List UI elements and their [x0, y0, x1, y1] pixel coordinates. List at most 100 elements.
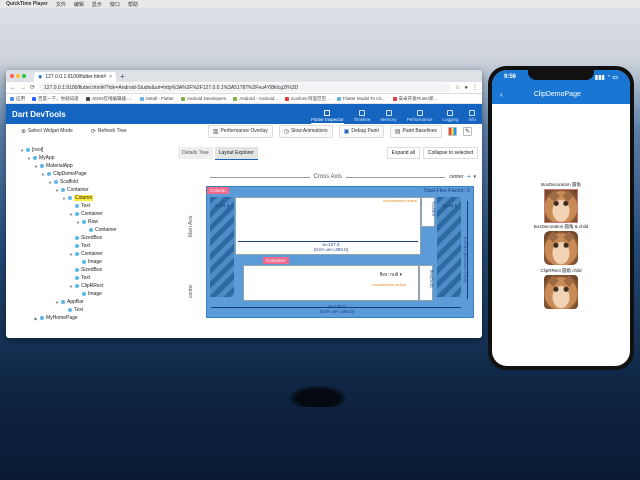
widget-icon	[33, 156, 37, 160]
bookmark-item[interactable]: 应用	[10, 96, 25, 102]
flex-null-select[interactable]: flex: null ▾	[380, 272, 402, 278]
bookmark-item[interactable]: 百度一下，你就知道	[32, 96, 79, 102]
refresh-tree-button[interactable]: ⟳ Refresh Tree	[86, 125, 132, 138]
expand-caret-icon[interactable]: ▼	[41, 172, 45, 177]
performance-overlay-button[interactable]: ▥ Performance Overlay	[207, 124, 273, 138]
tree-node[interactable]: ▼ ClipDemoPage	[20, 170, 170, 178]
tree-node[interactable]: ▼ ClipRRect	[20, 282, 170, 290]
chart-icon: ▥	[212, 128, 219, 135]
menu-item[interactable]: 显示	[92, 1, 102, 8]
tab-performance[interactable]: Performance	[407, 104, 432, 124]
tree-node[interactable]: ▼ Scaffold	[20, 178, 170, 186]
menu-item[interactable]: 文件	[56, 1, 66, 8]
tree-node[interactable]: ▶ MyHomePage	[20, 314, 170, 322]
expand-caret-icon[interactable]: ▼	[62, 196, 66, 201]
zoom-window-button[interactable]	[22, 74, 26, 78]
tree-node[interactable]: Text	[20, 274, 170, 282]
menu-item[interactable]: 编辑	[74, 1, 84, 8]
minimize-window-button[interactable]	[16, 74, 20, 78]
bookmark-item[interactable]: 安卓开发Flutter新...	[392, 96, 438, 102]
w-outer-label: w=176.0 (0.0<=w<=394.0)	[319, 304, 355, 314]
expand-caret-icon[interactable]: ▼	[20, 148, 24, 153]
tab-details-tree[interactable]: Details Tree	[178, 147, 213, 159]
clock-icon: ◷	[283, 128, 289, 135]
expand-caret-icon[interactable]: ▼	[34, 164, 38, 169]
close-window-button[interactable]	[10, 74, 14, 78]
container-tag: Container	[263, 257, 289, 264]
tree-node[interactable]: ▼ Container	[20, 210, 170, 218]
expand-caret-icon[interactable]: ▼	[69, 284, 73, 289]
close-tab-icon[interactable]: ×	[109, 74, 112, 80]
widget-icon	[68, 196, 72, 200]
tab-timeline[interactable]: Timeline	[354, 104, 370, 124]
profile-icon[interactable]: ●	[464, 85, 468, 91]
tree-node[interactable]: Image	[20, 290, 170, 298]
menu-item[interactable]: 窗口	[110, 1, 120, 8]
tree-node[interactable]: Image	[20, 258, 170, 266]
timeline-icon	[359, 110, 365, 116]
bookmark-item[interactable]: Flutter Model To Ck...	[336, 96, 386, 101]
expand-caret-icon[interactable]: ▼	[55, 300, 59, 305]
tree-node[interactable]: ▼ MaterialApp	[20, 162, 170, 170]
reload-icon[interactable]: ⟳	[30, 84, 35, 91]
forward-icon[interactable]: →	[20, 85, 26, 91]
color-bars-icon[interactable]	[448, 126, 457, 136]
back-arrow-icon[interactable]: ‹	[500, 90, 503, 99]
cross-axis-alignment-select[interactable]: center ⇥ ▾	[449, 174, 476, 180]
bookmark-item[interactable]: JSON在线编辑器 -...	[85, 96, 133, 102]
expand-caret-icon[interactable]: ▼	[69, 212, 73, 217]
paint-icon: ▣	[343, 128, 350, 135]
bookmark-item[interactable]: install - Flutter	[139, 96, 174, 101]
menu-item[interactable]: QuickTime Player	[6, 1, 48, 7]
bookmark-icon	[85, 96, 90, 101]
tree-node-label: Image	[88, 291, 102, 297]
expand-caret-icon[interactable]: ▼	[27, 156, 31, 161]
bookmark-icon	[392, 96, 397, 101]
bookmark-item[interactable]: Android Developers	[180, 96, 226, 101]
tab-layout-explorer[interactable]: Layout Explorer	[214, 146, 258, 160]
tab-flutter-inspector[interactable]: Flutter Inspector	[311, 104, 344, 124]
bookmark-item[interactable]: Android - Android...	[233, 96, 278, 101]
tree-node[interactable]: ▼ Row	[20, 218, 170, 226]
browser-tab[interactable]: ◉ 127.0.0.1:9100/flutter.html#/?ide= ×	[34, 72, 116, 82]
star-icon[interactable]: ☆	[455, 84, 460, 91]
menu-item[interactable]: 帮助	[128, 1, 138, 8]
tree-node[interactable]: SizedBox	[20, 234, 170, 242]
debug-paint-button[interactable]: ▣ Debug Paint	[338, 124, 384, 138]
back-icon[interactable]: ←	[10, 85, 16, 91]
tree-node[interactable]: SizedBox	[20, 266, 170, 274]
tree-node[interactable]: ▼ [root]	[20, 146, 170, 154]
expand-caret-icon[interactable]: ▶	[34, 316, 38, 321]
app-bar: ‹ ClipDemoPage	[492, 84, 630, 104]
tab-memory[interactable]: Memory	[380, 104, 397, 124]
tree-node[interactable]: Text	[20, 242, 170, 250]
tab-logging[interactable]: Logging	[442, 104, 458, 124]
collapse-to-selected-button[interactable]: Collapse to selected	[422, 147, 478, 159]
widget-icon	[40, 164, 44, 168]
tree-node[interactable]: Text	[20, 202, 170, 210]
tree-node[interactable]: ▼ MyApp	[20, 154, 170, 162]
tab-info[interactable]: Info	[468, 104, 476, 124]
main-axis-alignment-select[interactable]: center	[188, 284, 194, 298]
tree-node[interactable]: ▼ Container	[20, 186, 170, 194]
new-tab-button[interactable]: +	[120, 72, 125, 82]
expand-caret-icon[interactable]: ▼	[48, 180, 52, 185]
tree-node[interactable]: ▼ AppBar	[20, 298, 170, 306]
cat-image	[544, 275, 578, 309]
paint-baselines-button[interactable]: ▤ Paint Baselines	[389, 124, 442, 138]
tree-node[interactable]: Container	[20, 226, 170, 234]
tree-node[interactable]: ▼ Column	[20, 194, 170, 202]
browser-tabbar: ◉ 127.0.0.1:9100/flutter.html#/?ide= × +	[6, 70, 482, 82]
tree-node[interactable]: ▼ Container	[20, 250, 170, 258]
expand-caret-icon[interactable]: ▼	[69, 252, 73, 257]
url-input[interactable]: 127.0.0.1:9100/flutter.html#/?ide=Androi…	[39, 83, 451, 92]
expand-caret-icon[interactable]: ▼	[55, 188, 59, 193]
tree-node[interactable]: Text	[20, 306, 170, 314]
expand-all-button[interactable]: Expand all	[386, 147, 420, 159]
slow-animations-button[interactable]: ◷ Slow Animations	[278, 124, 333, 138]
expand-caret-icon[interactable]: ▼	[76, 220, 80, 225]
repaint-icon[interactable]: ✎	[463, 126, 472, 136]
select-widget-mode-button[interactable]: ⊕ Select Widget Mode	[16, 125, 78, 138]
bookmark-item[interactable]: iconfont-阿里巴巴...	[284, 96, 330, 102]
menu-icon[interactable]: ⋮	[472, 84, 478, 91]
